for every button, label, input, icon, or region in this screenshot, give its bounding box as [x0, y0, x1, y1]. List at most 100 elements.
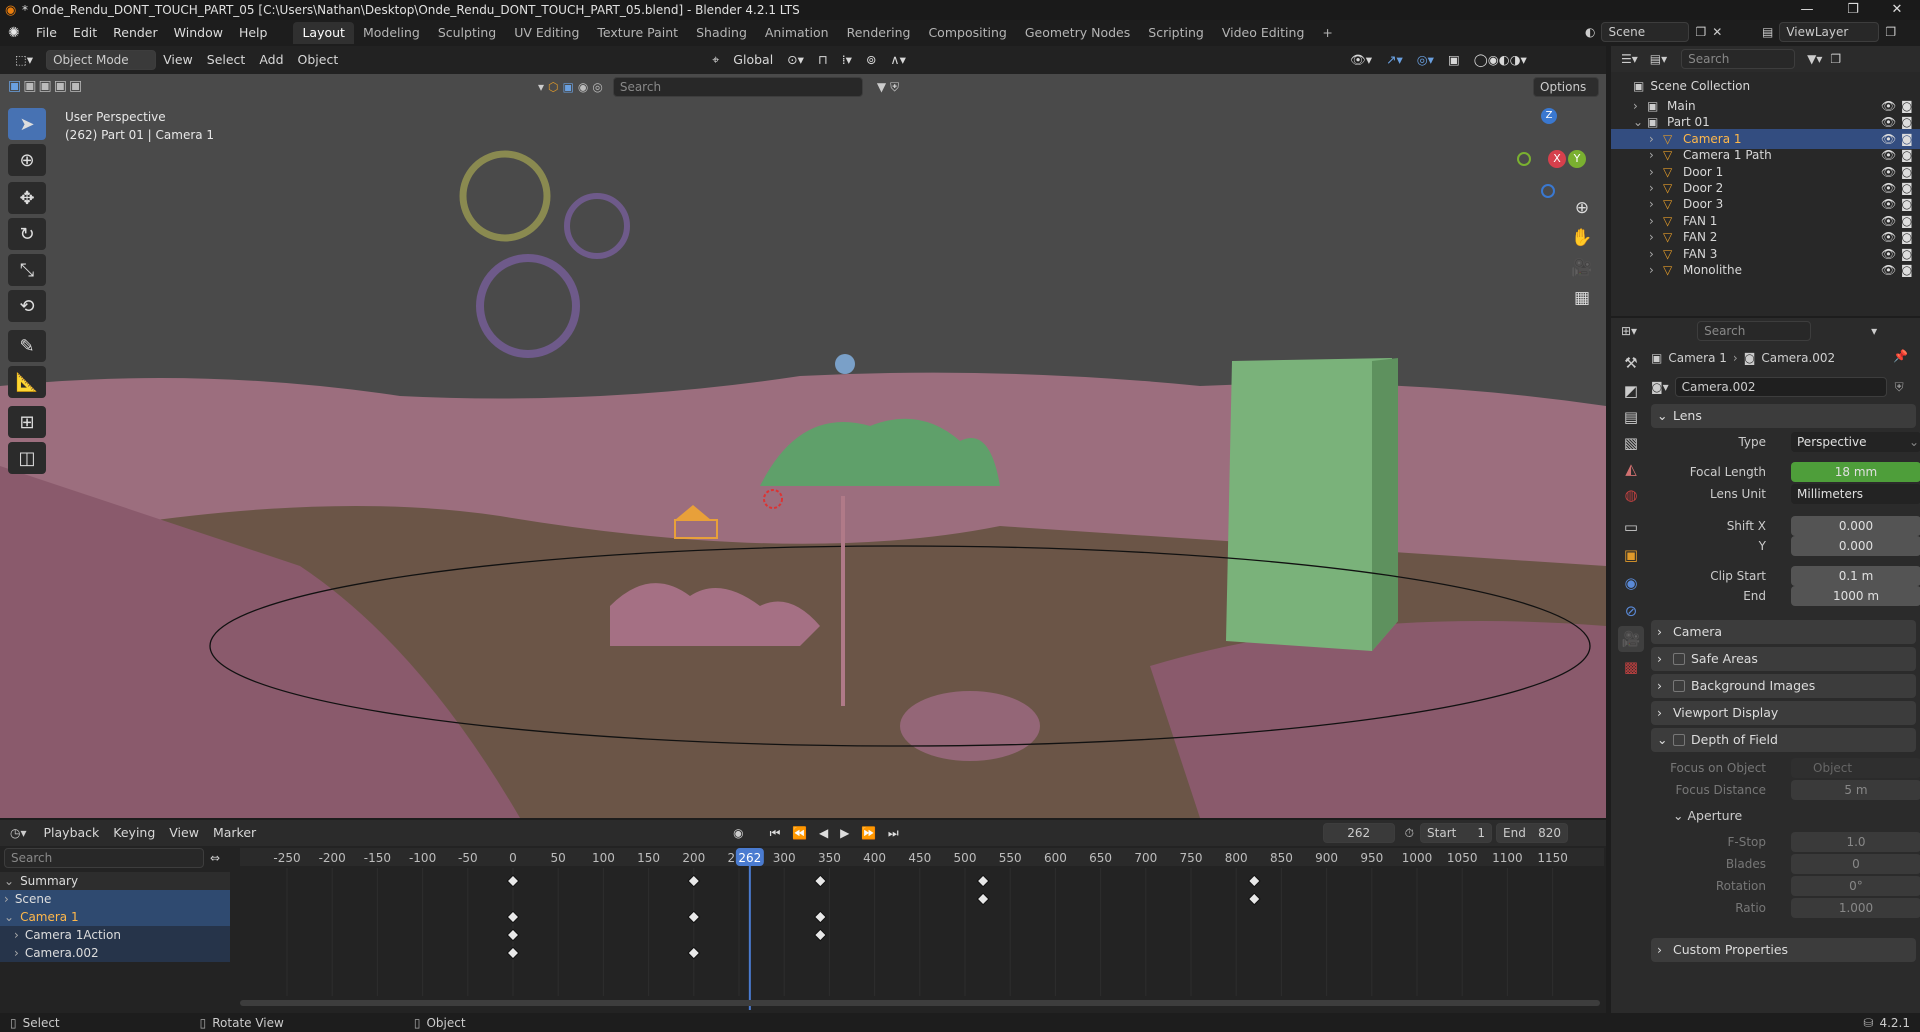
rotate-tool[interactable]: ↻ — [8, 218, 46, 250]
menu-file[interactable]: File — [28, 22, 65, 44]
lens-unit-dropdown[interactable]: Millimeters — [1791, 484, 1920, 504]
viewport-menu-select[interactable]: Select — [200, 50, 253, 70]
gizmo-z-axis[interactable]: Z — [1541, 108, 1557, 124]
expand-chevron-icon[interactable]: › — [1649, 197, 1663, 211]
outliner-filter-icon[interactable]: ▼▾ — [1807, 52, 1822, 66]
tab-object[interactable]: ▣ — [1618, 542, 1644, 568]
visibility-eye-icon[interactable]: 👁 — [1881, 165, 1896, 179]
outliner-search-input[interactable]: Search — [1681, 49, 1796, 69]
render-camera-icon[interactable]: ◙ — [1901, 115, 1913, 129]
scale-tool[interactable]: ⤡ — [8, 254, 46, 286]
datablock-name-field[interactable]: Camera.002 — [1674, 377, 1887, 397]
filter-light-icon[interactable]: ◎ — [592, 80, 602, 94]
visibility-eye-icon[interactable]: 👁 — [1881, 132, 1896, 146]
pan-view-button[interactable]: ✋ — [1566, 222, 1598, 254]
select-subtract-icon[interactable]: ▣ — [38, 78, 51, 94]
aperture-subpanel-header[interactable]: ⌄ Aperture — [1673, 808, 1742, 823]
new-collection-icon[interactable]: ❐ — [1830, 52, 1841, 66]
expand-chevron-icon[interactable]: › — [1649, 214, 1663, 228]
blades-field[interactable]: 0 — [1791, 854, 1920, 874]
tab-texture-paint[interactable]: Texture Paint — [588, 22, 687, 44]
outliner-row[interactable]: › ▽ Monolithe 👁 ◙ — [1611, 260, 1920, 280]
expand-chevron-icon[interactable]: › — [1649, 247, 1663, 261]
annotate-tool[interactable]: ✎ — [8, 330, 46, 362]
shield-icon[interactable]: ⛨ — [890, 80, 899, 95]
snap-grid-icon[interactable]: ⁞▾ — [835, 50, 859, 70]
keyframe-diamond[interactable] — [1247, 892, 1261, 906]
tab-constraints[interactable]: ⊘ — [1618, 598, 1644, 624]
menu-edit[interactable]: Edit — [65, 22, 105, 44]
keyframe-diamond[interactable] — [813, 910, 827, 924]
maximize-button[interactable]: ❐ — [1830, 0, 1876, 20]
keyframe-diamond[interactable] — [687, 946, 701, 960]
new-scene-icon[interactable]: ❐ — [1695, 25, 1706, 39]
keyframe-diamond[interactable] — [813, 874, 827, 888]
camera-panel-header[interactable]: › Camera — [1651, 620, 1916, 644]
tab-scripting[interactable]: Scripting — [1139, 22, 1213, 44]
tab-video-editing[interactable]: Video Editing — [1213, 22, 1314, 44]
properties-editor-icon[interactable]: ⊞▾ — [1621, 324, 1637, 338]
viewport-menu-object[interactable]: Object — [291, 50, 346, 70]
viewport-display-panel-header[interactable]: › Viewport Display — [1651, 701, 1916, 725]
editor-type-icon[interactable]: ⬚▾ — [8, 50, 40, 70]
object-type-icon[interactable]: ⬡ — [548, 80, 558, 94]
object-mode-dropdown[interactable]: Object Mode — [46, 50, 157, 70]
tab-shading[interactable]: Shading — [687, 22, 756, 44]
clip-end-field[interactable]: 1000 m — [1791, 586, 1920, 606]
delete-scene-icon[interactable]: ✕ — [1712, 25, 1722, 39]
viewport-menu-view[interactable]: View — [156, 50, 200, 70]
expand-chevron-icon[interactable]: › — [1649, 230, 1663, 244]
overlays-icon[interactable]: ◎▾ — [1410, 50, 1441, 70]
tab-physics[interactable]: ◉ — [1618, 570, 1644, 596]
render-camera-icon[interactable]: ◙ — [1901, 148, 1913, 162]
keyframe-diamond[interactable] — [813, 928, 827, 942]
keyframe-diamond[interactable] — [506, 946, 520, 960]
zoom-view-button[interactable]: ⊕ — [1566, 192, 1598, 224]
fstop-field[interactable]: 1.0 — [1791, 832, 1920, 852]
keyframe-diamond[interactable] — [976, 892, 990, 906]
viewport-menu-add[interactable]: Add — [252, 50, 290, 70]
tab-collection[interactable]: ▭ — [1618, 514, 1644, 540]
depth-of-field-panel-header[interactable]: ⌄ Depth of Field — [1651, 728, 1916, 752]
keyframe-diamond[interactable] — [1247, 874, 1261, 888]
tab-geometry-nodes[interactable]: Geometry Nodes — [1016, 22, 1139, 44]
ratio-field[interactable]: 1.000 — [1791, 898, 1920, 918]
render-camera-icon[interactable]: ◙ — [1901, 263, 1913, 277]
background-images-checkbox[interactable] — [1673, 680, 1685, 692]
gizmo-y-axis[interactable]: Y — [1568, 150, 1586, 168]
navigation-gizmo[interactable]: Z X Y — [1505, 108, 1595, 198]
options-dropdown[interactable]: Options — [1533, 77, 1599, 97]
gizmo-neg-z[interactable] — [1541, 184, 1555, 198]
tab-rendering[interactable]: Rendering — [838, 22, 920, 44]
select-extend-icon[interactable]: ▣ — [23, 78, 36, 94]
add-primitive-tool[interactable]: ◫ — [8, 442, 46, 474]
gizmo-neg-y[interactable] — [1517, 152, 1531, 166]
tab-world[interactable]: ◍ — [1618, 482, 1644, 508]
tab-scene[interactable]: ◭ — [1618, 456, 1644, 482]
blender-menu-icon[interactable]: ✺ — [8, 25, 28, 41]
keyframe-diamond[interactable] — [506, 910, 520, 924]
visibility-eye-icon[interactable]: 👁 — [1881, 247, 1896, 261]
tab-output[interactable]: ▤ — [1618, 404, 1644, 430]
focal-length-field[interactable]: 18 mm — [1791, 462, 1920, 482]
viewlayer-name-field[interactable]: ViewLayer — [1779, 22, 1880, 42]
filter-camera-icon[interactable]: ◉ — [578, 80, 588, 94]
display-mode-icon[interactable]: ▤▾ — [1650, 52, 1667, 66]
3d-viewport[interactable]: ⬚▾ Object Mode View Select Add Object ⌖ … — [0, 46, 1606, 818]
visibility-eye-icon[interactable]: 👁 — [1881, 230, 1896, 244]
render-camera-icon[interactable]: ◙ — [1901, 99, 1913, 113]
shift-x-field[interactable]: 0.000 — [1791, 516, 1920, 536]
keyframe-diamond[interactable] — [506, 874, 520, 888]
pin-icon[interactable]: 📌 — [1893, 349, 1908, 363]
expand-chevron-icon[interactable]: › — [1649, 181, 1663, 195]
lens-panel-header[interactable]: ⌄ Lens — [1651, 404, 1916, 428]
shift-y-field[interactable]: 0.000 — [1791, 536, 1920, 556]
expand-chevron-icon[interactable]: › — [1633, 99, 1647, 113]
custom-properties-panel-header[interactable]: › Custom Properties — [1651, 938, 1916, 962]
keyframe-diamond[interactable] — [687, 874, 701, 888]
xray-icon[interactable]: ▣ — [1441, 50, 1467, 70]
proportional-edit-icon[interactable]: ⊚ — [859, 50, 883, 70]
render-camera-icon[interactable]: ◙ — [1901, 132, 1913, 146]
visibility-eye-icon[interactable]: 👁 — [1881, 214, 1896, 228]
select-box-tool[interactable]: ➤ — [8, 108, 46, 140]
